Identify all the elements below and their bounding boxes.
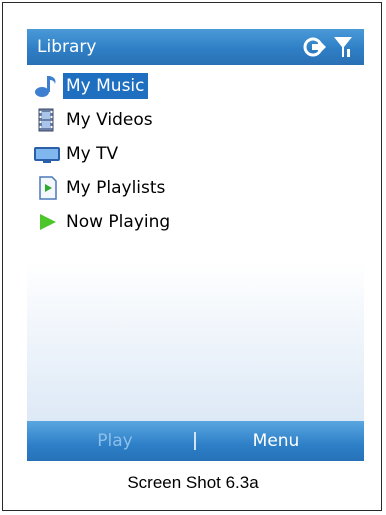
sync-icon <box>303 37 326 57</box>
library-content: My Music My Videos My TV My Playlists No… <box>27 65 364 421</box>
tv-icon <box>34 147 60 163</box>
menu-item-my-playlists[interactable]: My Playlists <box>27 171 364 205</box>
menu-item-my-music[interactable]: My Music <box>27 69 364 103</box>
softkey-bar: Play Menu <box>27 421 364 461</box>
menu-item-label: My Music <box>63 73 148 99</box>
window-title: Library <box>37 37 97 57</box>
screenshot-caption: Screen Shot 6.3a <box>127 473 259 492</box>
film-strip-icon <box>38 108 54 132</box>
menu-item-label: My TV <box>66 144 119 164</box>
menu-item-label: My Videos <box>66 110 153 130</box>
play-softkey[interactable]: Play <box>35 421 195 461</box>
menu-item-label: Now Playing <box>66 212 171 232</box>
menu-item-label: My Playlists <box>66 178 166 198</box>
playlist-icon <box>39 176 57 200</box>
title-bar: Library <box>27 29 364 65</box>
status-icons <box>303 37 352 57</box>
screenshot-frame: Library My Music My Videos My TV My Play… <box>2 2 382 511</box>
library-menu: My Music My Videos My TV My Playlists No… <box>27 69 364 239</box>
menu-item-my-tv[interactable]: My TV <box>27 137 364 171</box>
play-icon <box>40 214 56 230</box>
menu-item-my-videos[interactable]: My Videos <box>27 103 364 137</box>
menu-item-now-playing[interactable]: Now Playing <box>27 205 364 239</box>
menu-softkey[interactable]: Menu <box>196 421 356 461</box>
device-screen: Library My Music My Videos My TV My Play… <box>27 29 364 461</box>
signal-icon <box>334 37 352 57</box>
music-note-icon <box>35 76 56 97</box>
